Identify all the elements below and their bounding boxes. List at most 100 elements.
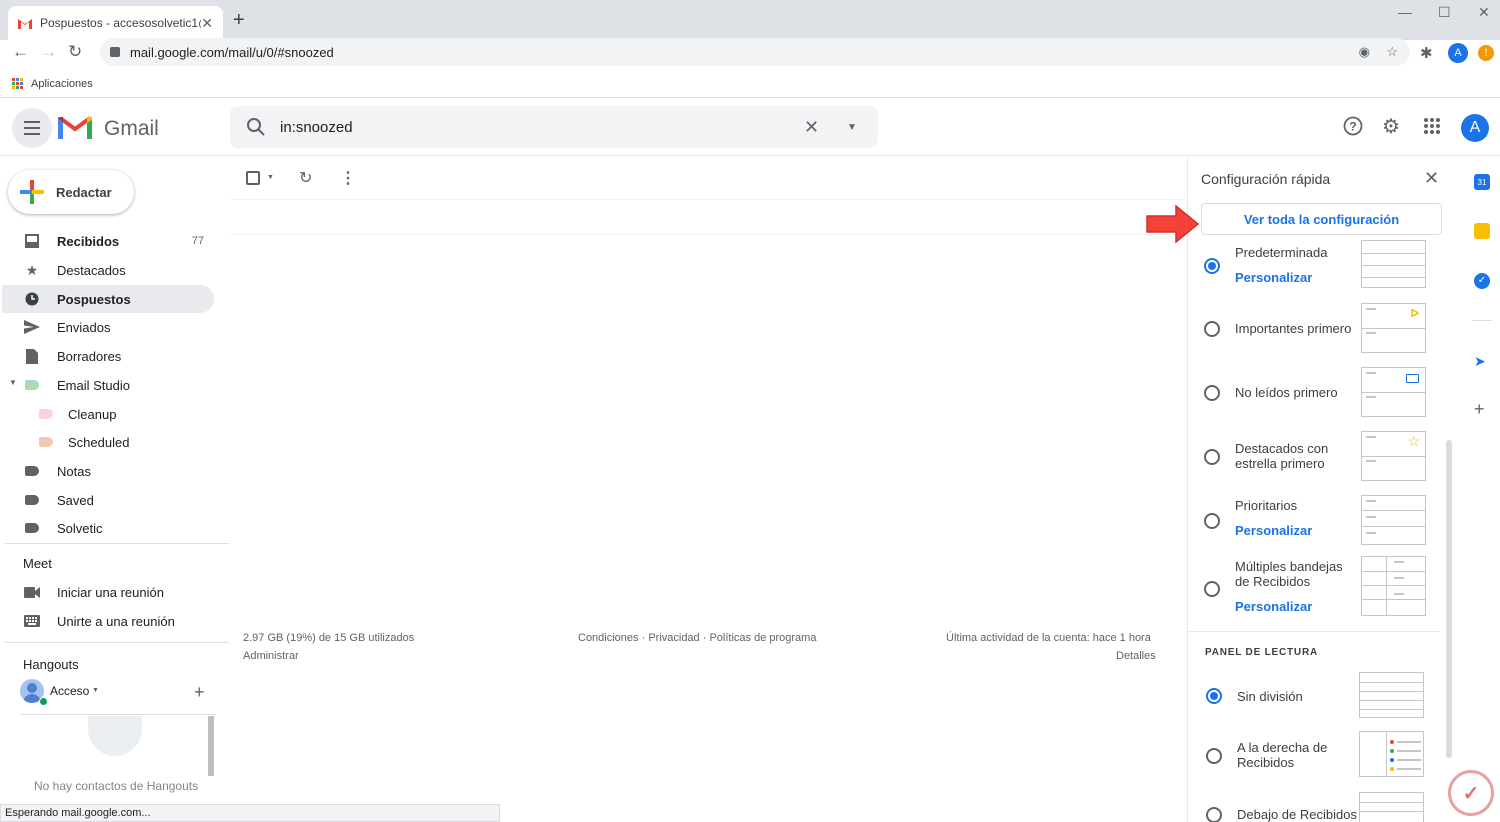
sidebar-item-borradores[interactable]: Borradores [2,342,214,370]
start-meeting-label: Iniciar una reunión [57,584,164,600]
inbox-icon [24,234,40,248]
option-label: A la derecha de Recibidos [1237,740,1328,770]
radio-button[interactable] [1204,321,1220,337]
clear-search-icon[interactable]: ✕ [804,117,819,138]
addon-divider [1472,320,1492,321]
add-contact-icon[interactable]: + [194,682,205,703]
more-options-icon[interactable]: ⋮ [340,168,356,188]
extensions-icon[interactable]: ✱ [1420,44,1433,62]
sidebar-item-destacados[interactable]: ★ Destacados [2,256,214,284]
sidebar-item-solvetic[interactable]: Solvetic [2,514,214,542]
sidebar-item-label: Email Studio [57,377,130,393]
option-label: Destacados con estrella primero [1235,441,1329,471]
radio-button[interactable] [1206,748,1222,764]
see-all-settings-button[interactable]: Ver toda la configuración [1201,203,1442,235]
profile-avatar[interactable]: A [1448,43,1468,63]
close-panel-icon[interactable]: ✕ [1424,168,1439,189]
hangouts-scrollbar[interactable] [208,716,214,776]
sidebar-item-notas[interactable]: Notas [2,457,214,485]
bookmark-star-icon[interactable]: ☆ [1386,44,1398,60]
customize-link[interactable]: Personalizar [1235,270,1312,285]
sidebar-item-label: Destacados [57,262,126,278]
start-meeting-link[interactable]: Iniciar una reunión [2,578,214,606]
settings-gear-icon[interactable]: ⚙ [1382,114,1400,139]
tab-close-icon[interactable]: ✕ [201,15,213,32]
sidebar-item-pospuestos[interactable]: Pospuestos [2,285,214,313]
sidebar-item-saved[interactable]: Saved [2,486,214,514]
search-bar[interactable]: in:snoozed ✕ ▼ [230,106,878,148]
google-apps-icon[interactable] [1423,117,1441,140]
sidebar-item-label: Saved [57,492,94,508]
sidebar-item-enviados[interactable]: Enviados [2,313,214,341]
unread-count: 77 [191,235,204,247]
compose-button[interactable]: Redactar [8,170,134,214]
customize-link[interactable]: Personalizar [1235,523,1312,538]
sidebar-item-email-studio[interactable]: Email Studio [2,371,214,399]
radio-button[interactable] [1204,449,1220,465]
section-divider [1188,631,1440,632]
inbox-preview-thumbnail: ☆ [1361,431,1426,481]
inbox-preview-thumbnail: ᐅ [1361,303,1426,353]
select-all-checkbox[interactable] [246,171,260,185]
paper-plane-addon-icon[interactable]: ➤ [1474,353,1490,369]
mail-toolbar: ▼ ↻ ⋮ [230,160,1186,200]
option-label: No leídos primero [1235,385,1338,400]
hangouts-empty-icon [88,716,142,756]
search-options-icon[interactable]: ▼ [847,122,857,133]
search-icon[interactable] [246,117,266,137]
option-label: Múltiples bandejas de Recibidos [1235,559,1343,589]
window-close-icon[interactable]: ✕ [1478,4,1490,21]
gmail-logo-icon [58,116,92,139]
keep-icon[interactable] [1474,223,1490,239]
new-tab-button[interactable]: + [233,9,245,32]
help-icon[interactable]: ? [1343,116,1363,141]
send-icon [24,320,40,334]
star-icon: ★ [25,261,39,278]
main-menu-icon[interactable] [12,108,52,148]
calendar-icon[interactable]: 31 [1474,174,1490,190]
browser-tab[interactable]: Pospuestos - accesosolvetic1@g ✕ [8,6,223,40]
maximize-icon[interactable]: ☐ [1438,4,1451,21]
reading-pane-heading: PANEL DE LECTURA [1205,647,1318,658]
radio-button[interactable] [1206,688,1222,704]
manage-storage-link[interactable]: Administrar [243,650,299,662]
last-activity-text: Última actividad de la cuenta: hace 1 ho… [946,632,1151,644]
back-icon[interactable]: ← [12,42,29,62]
update-alert-icon[interactable]: ! [1478,45,1494,61]
get-addons-icon[interactable]: + [1474,400,1490,418]
quick-settings-scrollbar[interactable] [1446,440,1452,758]
bookmark-apps-link[interactable]: Aplicaciones [31,78,93,90]
minimize-icon[interactable]: — [1398,4,1412,20]
radio-button[interactable] [1204,385,1220,401]
keyboard-icon [24,614,40,628]
customize-link[interactable]: Personalizar [1235,599,1312,614]
label-icon [24,493,40,507]
forward-icon[interactable]: → [40,42,57,62]
status-dropdown-icon[interactable]: ▼ [92,687,99,694]
refresh-icon[interactable]: ↻ [299,168,312,188]
search-input[interactable]: in:snoozed [280,119,878,136]
sidebar-divider [5,642,229,643]
join-meeting-link[interactable]: Unirte a una reunión [2,607,214,635]
option-label: Importantes primero [1235,321,1352,336]
url-bar[interactable]: mail.google.com/mail/u/0/#snoozed ◉ ☆ [100,38,1410,66]
hangouts-user-name[interactable]: Acceso [50,684,89,698]
sidebar-item-cleanup[interactable]: Cleanup [2,400,214,428]
radio-button[interactable] [1204,258,1220,274]
option-label: Predeterminada [1235,245,1328,260]
sidebar-item-label: Cleanup [68,406,117,422]
details-link[interactable]: Detalles [1116,650,1156,662]
lock-icon [110,47,120,57]
radio-button[interactable] [1206,807,1222,822]
radio-button[interactable] [1204,581,1220,597]
radio-button[interactable] [1204,513,1220,529]
sidebar-item-scheduled[interactable]: Scheduled [2,428,214,456]
account-avatar[interactable]: A [1461,114,1489,142]
select-dropdown-icon[interactable]: ▼ [267,174,274,181]
footer-policy-links[interactable]: Condiciones · Privacidad · Políticas de … [578,632,816,644]
sidebar-item-recibidos[interactable]: Recibidos 77 [2,227,214,255]
online-status-icon [39,697,48,706]
tasks-icon[interactable]: ✓ [1474,273,1490,289]
eye-icon[interactable]: ◉ [1359,44,1370,60]
reload-icon[interactable]: ↻ [68,42,82,62]
